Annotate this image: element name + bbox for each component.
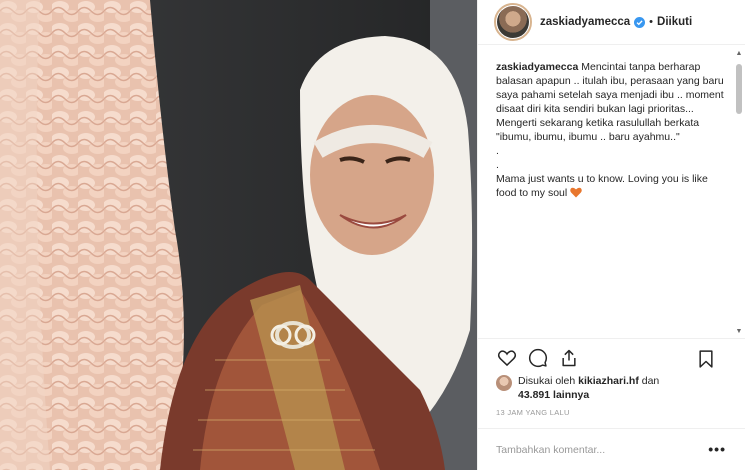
likes-count[interactable]: 43.891 [518, 389, 550, 401]
post-header: zaskiadyamecca • Diikuti [478, 0, 745, 45]
avatar-image [497, 6, 529, 38]
caption-dot-2: . [496, 159, 499, 171]
follow-status-button[interactable]: Diikuti [657, 16, 692, 28]
likes-suffix[interactable]: lainnya [553, 389, 589, 401]
caption-username[interactable]: zaskiadyamecca [496, 61, 578, 73]
caption-text-2: Mama just wants u to know. Loving you is… [496, 173, 708, 199]
likes-summary: Disukai oleh kikiazhari.hf dan 43.891 la… [496, 374, 736, 404]
likes-prefix: Disukai oleh [518, 375, 576, 387]
post-image [0, 0, 477, 470]
header-username[interactable]: zaskiadyamecca [540, 16, 630, 28]
likes-connector: dan [641, 375, 660, 387]
post-photo[interactable] [0, 0, 477, 470]
orange-heart-icon [570, 187, 582, 198]
comment-bar: ••• [478, 428, 745, 470]
bookmark-icon [699, 350, 713, 368]
share-icon [562, 349, 576, 366]
profile-avatar[interactable] [494, 3, 532, 41]
comment-button[interactable] [527, 347, 549, 369]
scroll-thumb[interactable] [736, 64, 742, 114]
scroll-up-icon[interactable]: ▲ [735, 50, 743, 58]
comment-icon [528, 348, 548, 367]
verified-badge-icon [634, 16, 646, 28]
more-options-button[interactable]: ••• [708, 442, 726, 456]
save-button[interactable] [695, 348, 717, 370]
action-bar [478, 338, 745, 376]
caption-text-1: Mencintai tanpa berharap balasan apapun … [496, 61, 724, 143]
post-sidebar: zaskiadyamecca • Diikuti zaskiadyamecca … [477, 0, 745, 470]
caption-dot-1: . [496, 145, 499, 157]
liker-avatar[interactable] [496, 375, 512, 391]
header-separator: • [649, 16, 654, 28]
liker-username[interactable]: kikiazhari.hf [578, 375, 639, 387]
caption-area: zaskiadyamecca Mencintai tanpa berharap … [478, 46, 745, 338]
likes-text: Disukai oleh kikiazhari.hf dan 43.891 la… [518, 374, 659, 402]
caption: zaskiadyamecca Mencintai tanpa berharap … [496, 60, 728, 200]
heart-outline-icon [497, 349, 517, 366]
post-timestamp[interactable]: 13 JAM YANG LALU [496, 408, 570, 417]
scroll-down-icon[interactable]: ▼ [735, 328, 743, 336]
share-button[interactable] [558, 347, 580, 369]
like-button[interactable] [496, 347, 518, 369]
caption-scrollbar[interactable]: ▲ ▼ [735, 50, 743, 336]
comment-input[interactable] [496, 443, 696, 456]
